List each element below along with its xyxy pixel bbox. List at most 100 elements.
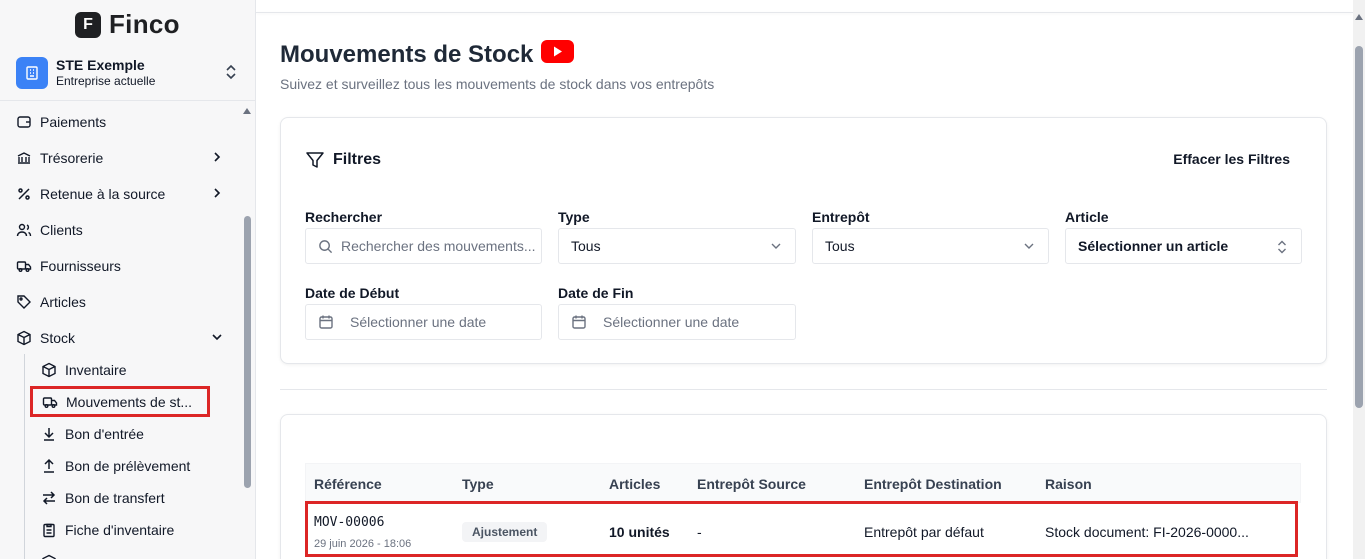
- company-subtitle: Entreprise actuelle: [56, 74, 156, 88]
- sidebar-item-stock[interactable]: Stock: [16, 326, 228, 350]
- sidebar-item-label: Retenue à la source: [40, 186, 166, 202]
- sidebar-subitem-label: Inventaire: [65, 362, 127, 378]
- chevrons-up-down-icon: [1275, 239, 1289, 255]
- type-select-value: Tous: [571, 238, 601, 254]
- article-label: Article: [1065, 209, 1109, 225]
- users-icon: [16, 222, 32, 238]
- page-subtitle: Suivez et surveillez tous les mouvements…: [280, 76, 715, 92]
- sidebar-item-label: Stock: [40, 330, 76, 346]
- warehouse-select-value: Tous: [825, 238, 855, 254]
- youtube-icon[interactable]: [541, 40, 575, 70]
- chevron-right-icon: [210, 186, 224, 203]
- scroll-up-arrow-icon[interactable]: [1355, 14, 1363, 20]
- end-date-placeholder: Sélectionner une date: [603, 314, 740, 330]
- company-switcher[interactable]: STE Exemple Entreprise actuelle: [16, 56, 242, 90]
- row-highlight-box: [305, 501, 1298, 557]
- end-date-label: Date de Fin: [558, 285, 634, 301]
- sidebar-subitem-label: Bon de prélèvement: [65, 458, 191, 474]
- section-divider: [280, 389, 1327, 390]
- sidebar-item-label: Paiements: [40, 114, 107, 130]
- page-title: Mouvements de Stock: [280, 40, 575, 70]
- sidebar-subitem-bon-prelevement[interactable]: Bon de prélèvement: [41, 454, 190, 478]
- sidebar-item-articles[interactable]: Articles: [16, 290, 228, 314]
- filters-title: Filtres: [333, 151, 382, 168]
- page-title-text: Mouvements de Stock: [280, 41, 534, 68]
- sidebar-item-fournisseurs[interactable]: Fournisseurs: [16, 254, 228, 278]
- main-scrollbar[interactable]: [1353, 0, 1365, 559]
- arrow-up-icon: [41, 458, 57, 474]
- submenu-line: [24, 354, 25, 559]
- column-header-articles[interactable]: Articles: [609, 476, 660, 492]
- column-header-reference[interactable]: Référence: [314, 476, 382, 492]
- sidebar-item-label: Trésorerie: [40, 150, 104, 166]
- sidebar-subitem-bon-entree[interactable]: Bon d'entrée: [41, 422, 144, 446]
- chevron-down-icon: [769, 239, 783, 253]
- sidebar-item-paiements[interactable]: Paiements: [16, 110, 228, 134]
- sidebar-item-retenue[interactable]: Retenue à la source: [16, 182, 228, 206]
- scroll-up-arrow-icon[interactable]: [243, 108, 251, 114]
- start-date-placeholder: Sélectionner une date: [350, 314, 487, 330]
- start-date-picker[interactable]: Sélectionner une date: [305, 304, 542, 340]
- start-date-label: Date de Début: [305, 285, 400, 301]
- truck-icon: [16, 258, 32, 274]
- search-placeholder: Rechercher des mouvements...: [341, 238, 536, 254]
- filters-header: Filtres: [305, 150, 381, 170]
- article-select-value: Sélectionner un article: [1078, 238, 1229, 254]
- main-scroll-thumb[interactable]: [1355, 46, 1363, 408]
- sidebar-scroll-thumb[interactable]: [244, 216, 251, 488]
- sidebar-item-label: Articles: [40, 294, 86, 310]
- end-date-picker[interactable]: Sélectionner une date: [558, 304, 796, 340]
- chevron-down-icon: [1022, 239, 1036, 253]
- logo-mark: F: [75, 11, 101, 38]
- company-name: STE Exemple: [56, 57, 145, 73]
- chevron-down-icon: [210, 330, 224, 347]
- building-icon: [16, 57, 48, 89]
- sidebar-subitem-label: Bon d'entrée: [65, 426, 144, 442]
- calendar-icon: [318, 314, 334, 330]
- search-input[interactable]: Rechercher des mouvements...: [305, 228, 542, 264]
- article-select[interactable]: Sélectionner un article: [1065, 228, 1302, 264]
- percent-icon: [16, 186, 32, 202]
- sidebar-subitem-label: Bon de transfert: [65, 490, 165, 506]
- column-header-source[interactable]: Entrepôt Source: [697, 476, 806, 492]
- highlight-box: [30, 386, 210, 417]
- sidebar-item-label: Clients: [40, 222, 83, 238]
- warehouse-label: Entrepôt: [812, 209, 870, 225]
- sidebar-item-clients[interactable]: Clients: [16, 218, 228, 242]
- sidebar-subitem-inventaire[interactable]: Inventaire: [41, 358, 126, 382]
- clear-filters-button[interactable]: Effacer les Filtres: [1173, 151, 1290, 167]
- box-icon: [16, 330, 32, 346]
- box-icon: [41, 362, 57, 378]
- clipboard-icon: [41, 522, 57, 538]
- chevron-right-icon: [210, 150, 224, 167]
- brand-name: Finco: [109, 9, 180, 39]
- sidebar-divider: [0, 100, 255, 101]
- warehouse-select[interactable]: Tous: [812, 228, 1049, 264]
- search-icon: [318, 239, 333, 254]
- box-icon: [41, 554, 57, 559]
- sidebar-item-label: Fournisseurs: [40, 258, 121, 274]
- topbar-border: [256, 12, 1353, 13]
- calendar-icon: [571, 314, 587, 330]
- sidebar-subitem-partial[interactable]: [41, 550, 65, 559]
- tag-icon: [16, 294, 32, 310]
- column-header-type[interactable]: Type: [462, 476, 494, 492]
- sidebar-subitem-label: Fiche d'inventaire: [65, 522, 175, 538]
- bank-icon: [16, 150, 32, 166]
- search-label: Rechercher: [305, 209, 383, 225]
- transfer-icon: [41, 490, 57, 506]
- sidebar: F Finco STE Exemple Entreprise actuelle …: [0, 0, 256, 559]
- chevrons-up-down-icon: [224, 64, 238, 85]
- sidebar-subitem-bon-transfert[interactable]: Bon de transfert: [41, 486, 165, 510]
- sidebar-item-tresorerie[interactable]: Trésorerie: [16, 146, 228, 170]
- brand-logo[interactable]: F Finco: [75, 9, 180, 40]
- column-header-reason[interactable]: Raison: [1045, 476, 1092, 492]
- arrow-down-icon: [41, 426, 57, 442]
- type-label: Type: [558, 209, 590, 225]
- column-header-destination[interactable]: Entrepôt Destination: [864, 476, 1002, 492]
- sidebar-subitem-fiche-inventaire[interactable]: Fiche d'inventaire: [41, 518, 174, 542]
- wallet-icon: [16, 114, 32, 130]
- sidebar-scrollbar[interactable]: [240, 104, 254, 559]
- type-select[interactable]: Tous: [558, 228, 796, 264]
- filter-icon: [305, 150, 325, 170]
